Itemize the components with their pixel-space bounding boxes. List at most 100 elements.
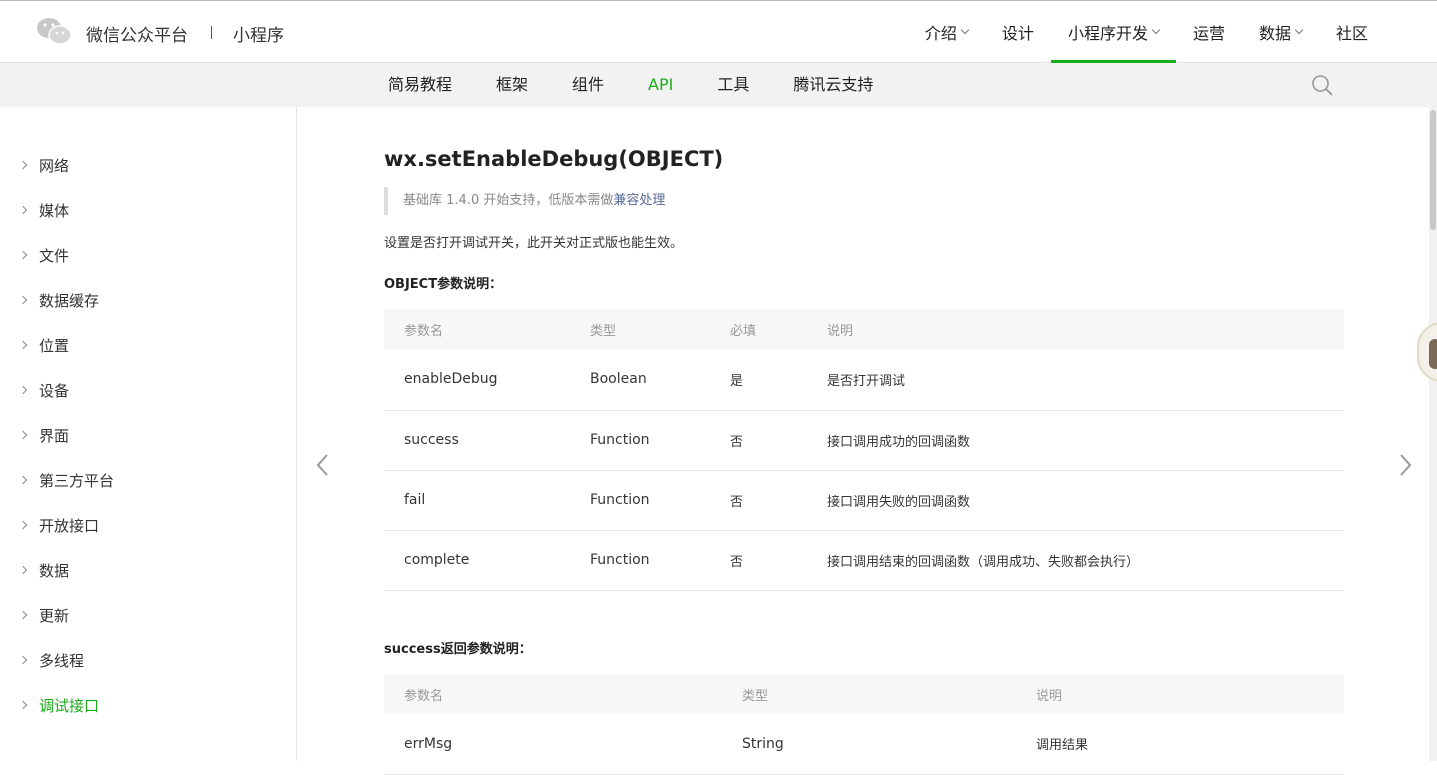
scrollbar-thumb[interactable] [1430, 110, 1436, 230]
brand-name[interactable]: 微信公众平台 [86, 21, 188, 46]
top-nav-label: 数据 [1258, 24, 1291, 43]
table-cell: success [384, 410, 570, 471]
brand-section[interactable]: 小程序 [233, 21, 284, 46]
sidebar-item-label: 位置 [39, 336, 70, 355]
success-section-title: success返回参数说明： [384, 642, 532, 657]
sidebar-item-data[interactable]: 数据 [18, 559, 70, 581]
sidebar-item-label: 更新 [39, 606, 70, 625]
sidebar-item-label: 数据 [39, 561, 70, 580]
tab-tutorial[interactable]: 简易教程 [366, 63, 474, 107]
chevron-right-icon [18, 295, 28, 305]
sidebar: 网络 媒体 文件 数据缓存 位置 设备 界面 第三方平台 开放接口 数据 更新 … [0, 107, 297, 761]
table-header: 说明 [807, 309, 1344, 349]
chevron-right-icon [18, 250, 28, 260]
sidebar-item-label: 文件 [39, 246, 70, 265]
sidebar-item-storage[interactable]: 数据缓存 [18, 289, 100, 311]
tab-tools[interactable]: 工具 [695, 63, 771, 107]
sidebar-item-label: 多线程 [39, 651, 85, 670]
tab-tencent-cloud[interactable]: 腾讯云支持 [771, 63, 895, 107]
top-nav-intro[interactable]: 介绍 [908, 1, 985, 63]
chevron-right-icon [18, 385, 28, 395]
sidebar-item-label: 第三方平台 [39, 471, 115, 490]
chevron-right-icon [18, 430, 28, 440]
api-description: 设置是否打开调试开关，此开关对正式版也能生效。 [384, 236, 684, 251]
chevron-right-icon [18, 520, 28, 530]
top-nav-label: 社区 [1335, 24, 1368, 43]
table-cell: Function [570, 470, 710, 531]
sidebar-item-label: 开放接口 [39, 516, 100, 535]
table-cell: fail [384, 470, 570, 531]
tab-framework[interactable]: 框架 [474, 63, 550, 107]
top-header: 微信公众平台 小程序 介绍 设计 小程序开发 运营 数据 社区 [0, 0, 1437, 64]
sidebar-item-media[interactable]: 媒体 [18, 199, 70, 221]
top-nav-label: 小程序开发 [1067, 24, 1148, 43]
table-header: 类型 [570, 309, 710, 349]
tab-components[interactable]: 组件 [550, 63, 626, 107]
chevron-right-icon[interactable] [1396, 452, 1416, 478]
table-header: 参数名 [384, 309, 570, 349]
top-nav-design[interactable]: 设计 [985, 1, 1051, 63]
table-header-row: 参数名 类型 必填 说明 [384, 309, 1344, 349]
top-nav-develop[interactable]: 小程序开发 [1050, 1, 1176, 64]
sidebar-item-ui[interactable]: 界面 [18, 424, 69, 446]
table-cell: errMsg [384, 714, 722, 775]
table-cell: enableDebug [384, 349, 570, 411]
floating-avatar[interactable] [1417, 322, 1437, 382]
success-params-table: 参数名 类型 说明 errMsg String 调用结果 [384, 674, 1344, 775]
table-cell: 接口调用失败的回调函数 [807, 470, 1344, 531]
chevron-right-icon [18, 340, 28, 350]
table-cell: 否 [710, 530, 807, 591]
top-nav: 介绍 设计 小程序开发 运营 数据 社区 [908, 1, 1385, 64]
compat-link[interactable]: 兼容处理 [613, 193, 665, 208]
sidebar-item-label: 数据缓存 [39, 291, 100, 310]
table-cell: 是 [710, 349, 807, 411]
table-row: complete Function 否 接口调用结束的回调函数（调用成功、失败都… [384, 530, 1344, 591]
version-note: 基础库 1.4.0 开始支持，低版本需做兼容处理 [384, 187, 665, 215]
table-header: 说明 [1016, 674, 1344, 714]
sidebar-item-open-api[interactable]: 开放接口 [18, 514, 100, 536]
sidebar-item-label: 网络 [39, 156, 70, 175]
sidebar-item-file[interactable]: 文件 [18, 244, 70, 266]
sidebar-item-debug[interactable]: 调试接口 [18, 694, 99, 716]
tab-api[interactable]: API [626, 63, 695, 107]
wechat-logo-icon[interactable] [36, 16, 72, 46]
table-row: success Function 否 接口调用成功的回调函数 [384, 410, 1344, 471]
sidebar-item-label: 媒体 [39, 201, 70, 220]
object-params-table: 参数名 类型 必填 说明 enableDebug Boolean 是 是否打开调… [384, 309, 1344, 591]
object-section-title: OBJECT参数说明： [384, 277, 503, 292]
table-cell: Function [570, 410, 710, 471]
table-cell: Boolean [570, 349, 710, 411]
table-cell: 接口调用结束的回调函数（调用成功、失败都会执行） [807, 530, 1344, 591]
sub-nav: 简易教程 框架 组件 API 工具 腾讯云支持 [0, 63, 1437, 107]
chevron-right-icon [18, 475, 28, 485]
table-cell: 否 [710, 470, 807, 531]
table-header-row: 参数名 类型 说明 [384, 674, 1344, 714]
table-cell: Function [570, 530, 710, 591]
top-nav-data[interactable]: 数据 [1242, 1, 1319, 63]
table-cell: 接口调用成功的回调函数 [807, 410, 1344, 471]
chevron-left-icon[interactable] [313, 452, 333, 478]
sidebar-item-worker[interactable]: 多线程 [18, 649, 85, 671]
brand-divider [211, 26, 212, 39]
sidebar-item-update[interactable]: 更新 [18, 604, 70, 626]
sidebar-item-location[interactable]: 位置 [18, 334, 70, 356]
chevron-right-icon [18, 700, 28, 710]
version-note-text: 基础库 1.4.0 开始支持，低版本需做 [403, 193, 614, 208]
sidebar-item-device[interactable]: 设备 [18, 379, 70, 401]
top-nav-community[interactable]: 社区 [1319, 1, 1385, 63]
search-icon[interactable] [1311, 74, 1333, 96]
chevron-down-icon [1294, 25, 1304, 35]
table-cell: 是否打开调试 [807, 349, 1344, 411]
table-header: 类型 [722, 674, 1016, 714]
top-nav-label: 运营 [1192, 24, 1225, 43]
top-nav-operation[interactable]: 运营 [1176, 1, 1242, 63]
table-cell: complete [384, 530, 570, 591]
sidebar-item-third-party[interactable]: 第三方平台 [18, 469, 115, 491]
chevron-right-icon [18, 655, 28, 665]
sidebar-item-network[interactable]: 网络 [18, 154, 70, 176]
chevron-down-icon [1151, 25, 1161, 35]
top-nav-label: 介绍 [924, 24, 957, 43]
table-row: fail Function 否 接口调用失败的回调函数 [384, 470, 1344, 531]
sidebar-item-label: 设备 [39, 381, 70, 400]
chevron-right-icon [18, 205, 28, 215]
